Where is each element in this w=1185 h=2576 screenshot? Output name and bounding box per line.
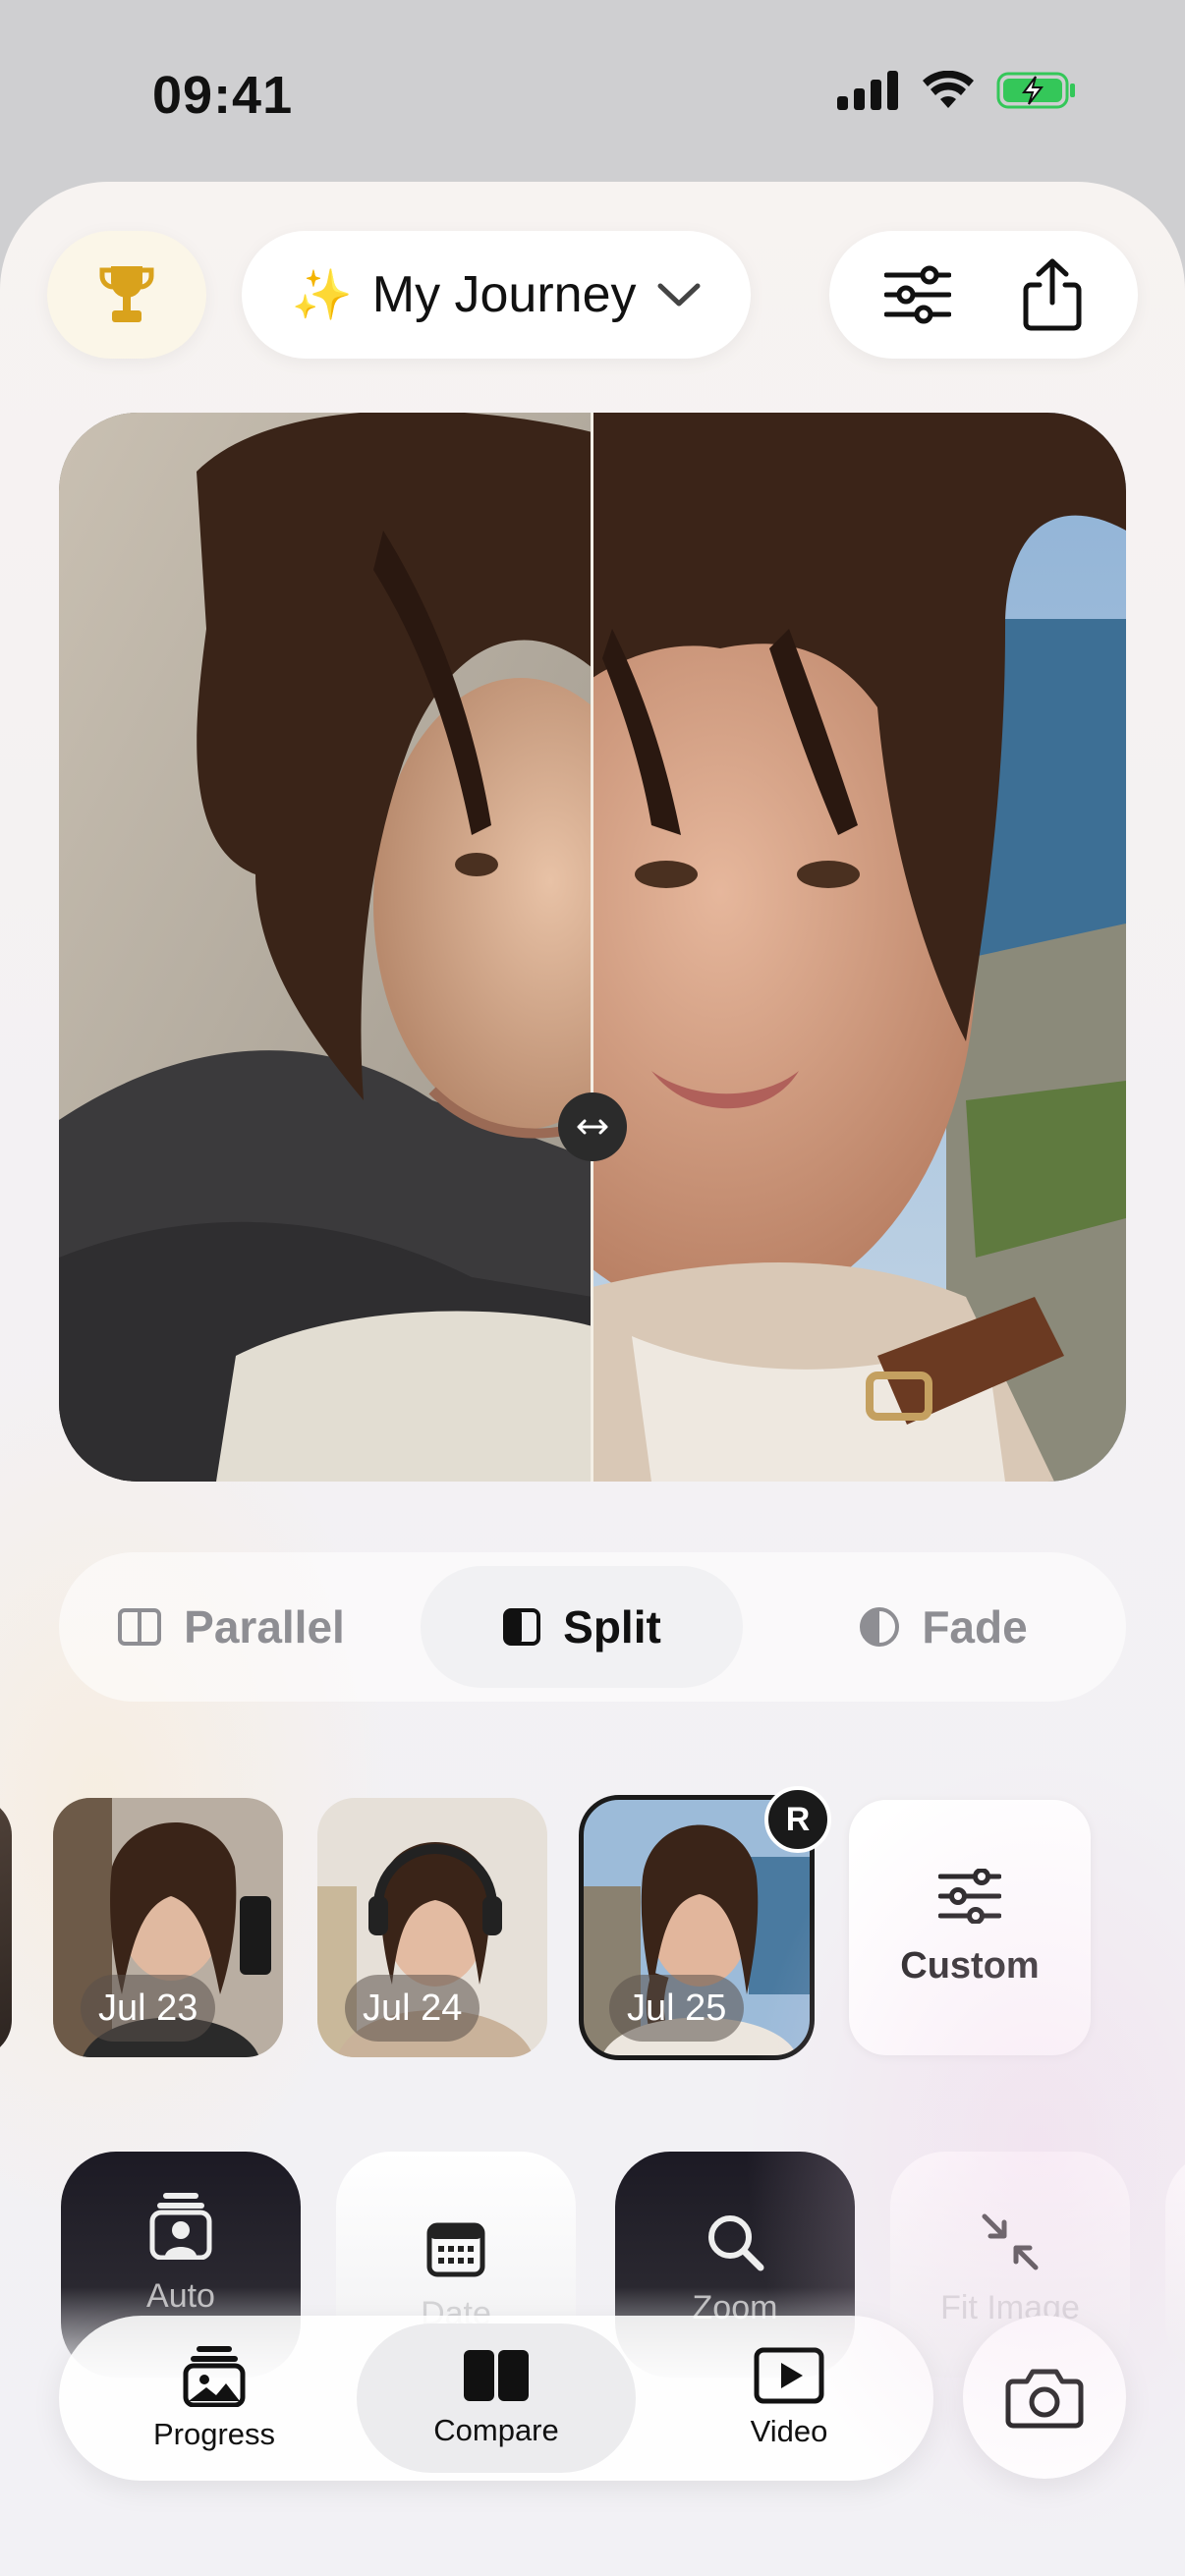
thumbnail-jul-24[interactable]: Jul 24 — [317, 1798, 547, 2057]
split-divider[interactable] — [591, 413, 593, 1482]
trophy-icon — [99, 266, 154, 322]
share-icon[interactable] — [1022, 257, 1083, 332]
mode-parallel[interactable]: Parallel — [79, 1566, 383, 1688]
sparkles-icon: ✨ — [291, 266, 353, 322]
play-rectangle-icon — [754, 2347, 824, 2404]
tab-progress[interactable]: Progress — [96, 2324, 332, 2473]
achievements-button[interactable] — [47, 231, 206, 359]
reference-badge: R — [764, 1786, 831, 1853]
clock: 09:41 — [152, 66, 294, 125]
wifi-icon — [923, 71, 974, 108]
split-columns-icon — [464, 2350, 529, 2401]
main-sheet: ✨ My Journey Parallel Split Fade Jul 23 … — [0, 182, 1185, 2576]
thumbnail-jul-23[interactable]: Jul 23 — [53, 1798, 283, 2057]
journey-title: My Journey — [371, 266, 637, 323]
cellular-signal-icon — [837, 71, 898, 110]
tool-fit-image-label: Fit Image — [940, 2289, 1080, 2326]
tool-auto-label: Auto — [146, 2277, 215, 2315]
calendar-icon — [426, 2222, 485, 2277]
sliders-icon[interactable] — [884, 265, 951, 324]
half-circle-icon — [860, 1607, 900, 1647]
sliders-icon — [938, 1868, 1001, 1924]
tab-video-label: Video — [750, 2414, 828, 2448]
bottom-tab-bar: Progress Compare Video — [59, 2316, 933, 2481]
custom-label: Custom — [900, 1944, 1040, 1987]
tool-fit-image[interactable]: Fit Image — [890, 2152, 1130, 2378]
tab-compare[interactable]: Compare — [357, 2324, 636, 2473]
status-bar: 09:41 — [0, 0, 1185, 187]
after-photo — [592, 413, 1126, 1482]
mode-fade[interactable]: Fade — [776, 1566, 1110, 1688]
arrows-inward-icon — [982, 2213, 1039, 2270]
tab-video[interactable]: Video — [656, 2324, 922, 2473]
camera-button[interactable] — [963, 2316, 1126, 2479]
comparison-viewer[interactable] — [59, 413, 1126, 1482]
tab-progress-label: Progress — [152, 2417, 276, 2451]
chevron-down-icon — [657, 283, 701, 307]
journey-selector[interactable]: ✨ My Journey — [242, 231, 751, 359]
status-icons — [837, 71, 1077, 110]
before-photo — [59, 413, 592, 1482]
split-square-icon — [503, 1608, 541, 1646]
horizontal-arrows-icon — [577, 1119, 608, 1135]
comparison-mode-control: Parallel Split Fade — [59, 1552, 1126, 1702]
thumbnail-date: Jul 24 — [345, 1975, 480, 2042]
mode-split-label: Split — [563, 1601, 661, 1652]
battery-charging-icon — [996, 72, 1075, 109]
mode-parallel-label: Parallel — [184, 1601, 345, 1652]
thumbnail-date: Jul 25 — [609, 1975, 745, 2042]
photo-timeline: Jul 23 Jul 24 Jul 25 R Custom — [0, 1786, 1185, 2063]
header-actions — [829, 231, 1138, 359]
thumbnail-partial[interactable] — [0, 1798, 12, 2057]
columns-icon — [118, 1608, 162, 1646]
tab-compare-label: Compare — [433, 2413, 559, 2447]
mode-fade-label: Fade — [922, 1601, 1028, 1652]
thumbnail-date: Jul 23 — [81, 1975, 216, 2042]
tool-partial[interactable] — [1165, 2152, 1185, 2378]
split-drag-handle[interactable] — [558, 1092, 627, 1161]
portrait-stack-icon — [149, 2193, 212, 2260]
thumbnail-jul-25[interactable]: Jul 25 — [579, 1795, 815, 2060]
photo-stack-icon — [183, 2346, 246, 2407]
search-icon — [708, 2215, 764, 2271]
mode-split[interactable]: Split — [421, 1566, 743, 1688]
camera-icon — [1005, 2369, 1084, 2429]
custom-range-button[interactable]: Custom — [849, 1800, 1091, 2055]
